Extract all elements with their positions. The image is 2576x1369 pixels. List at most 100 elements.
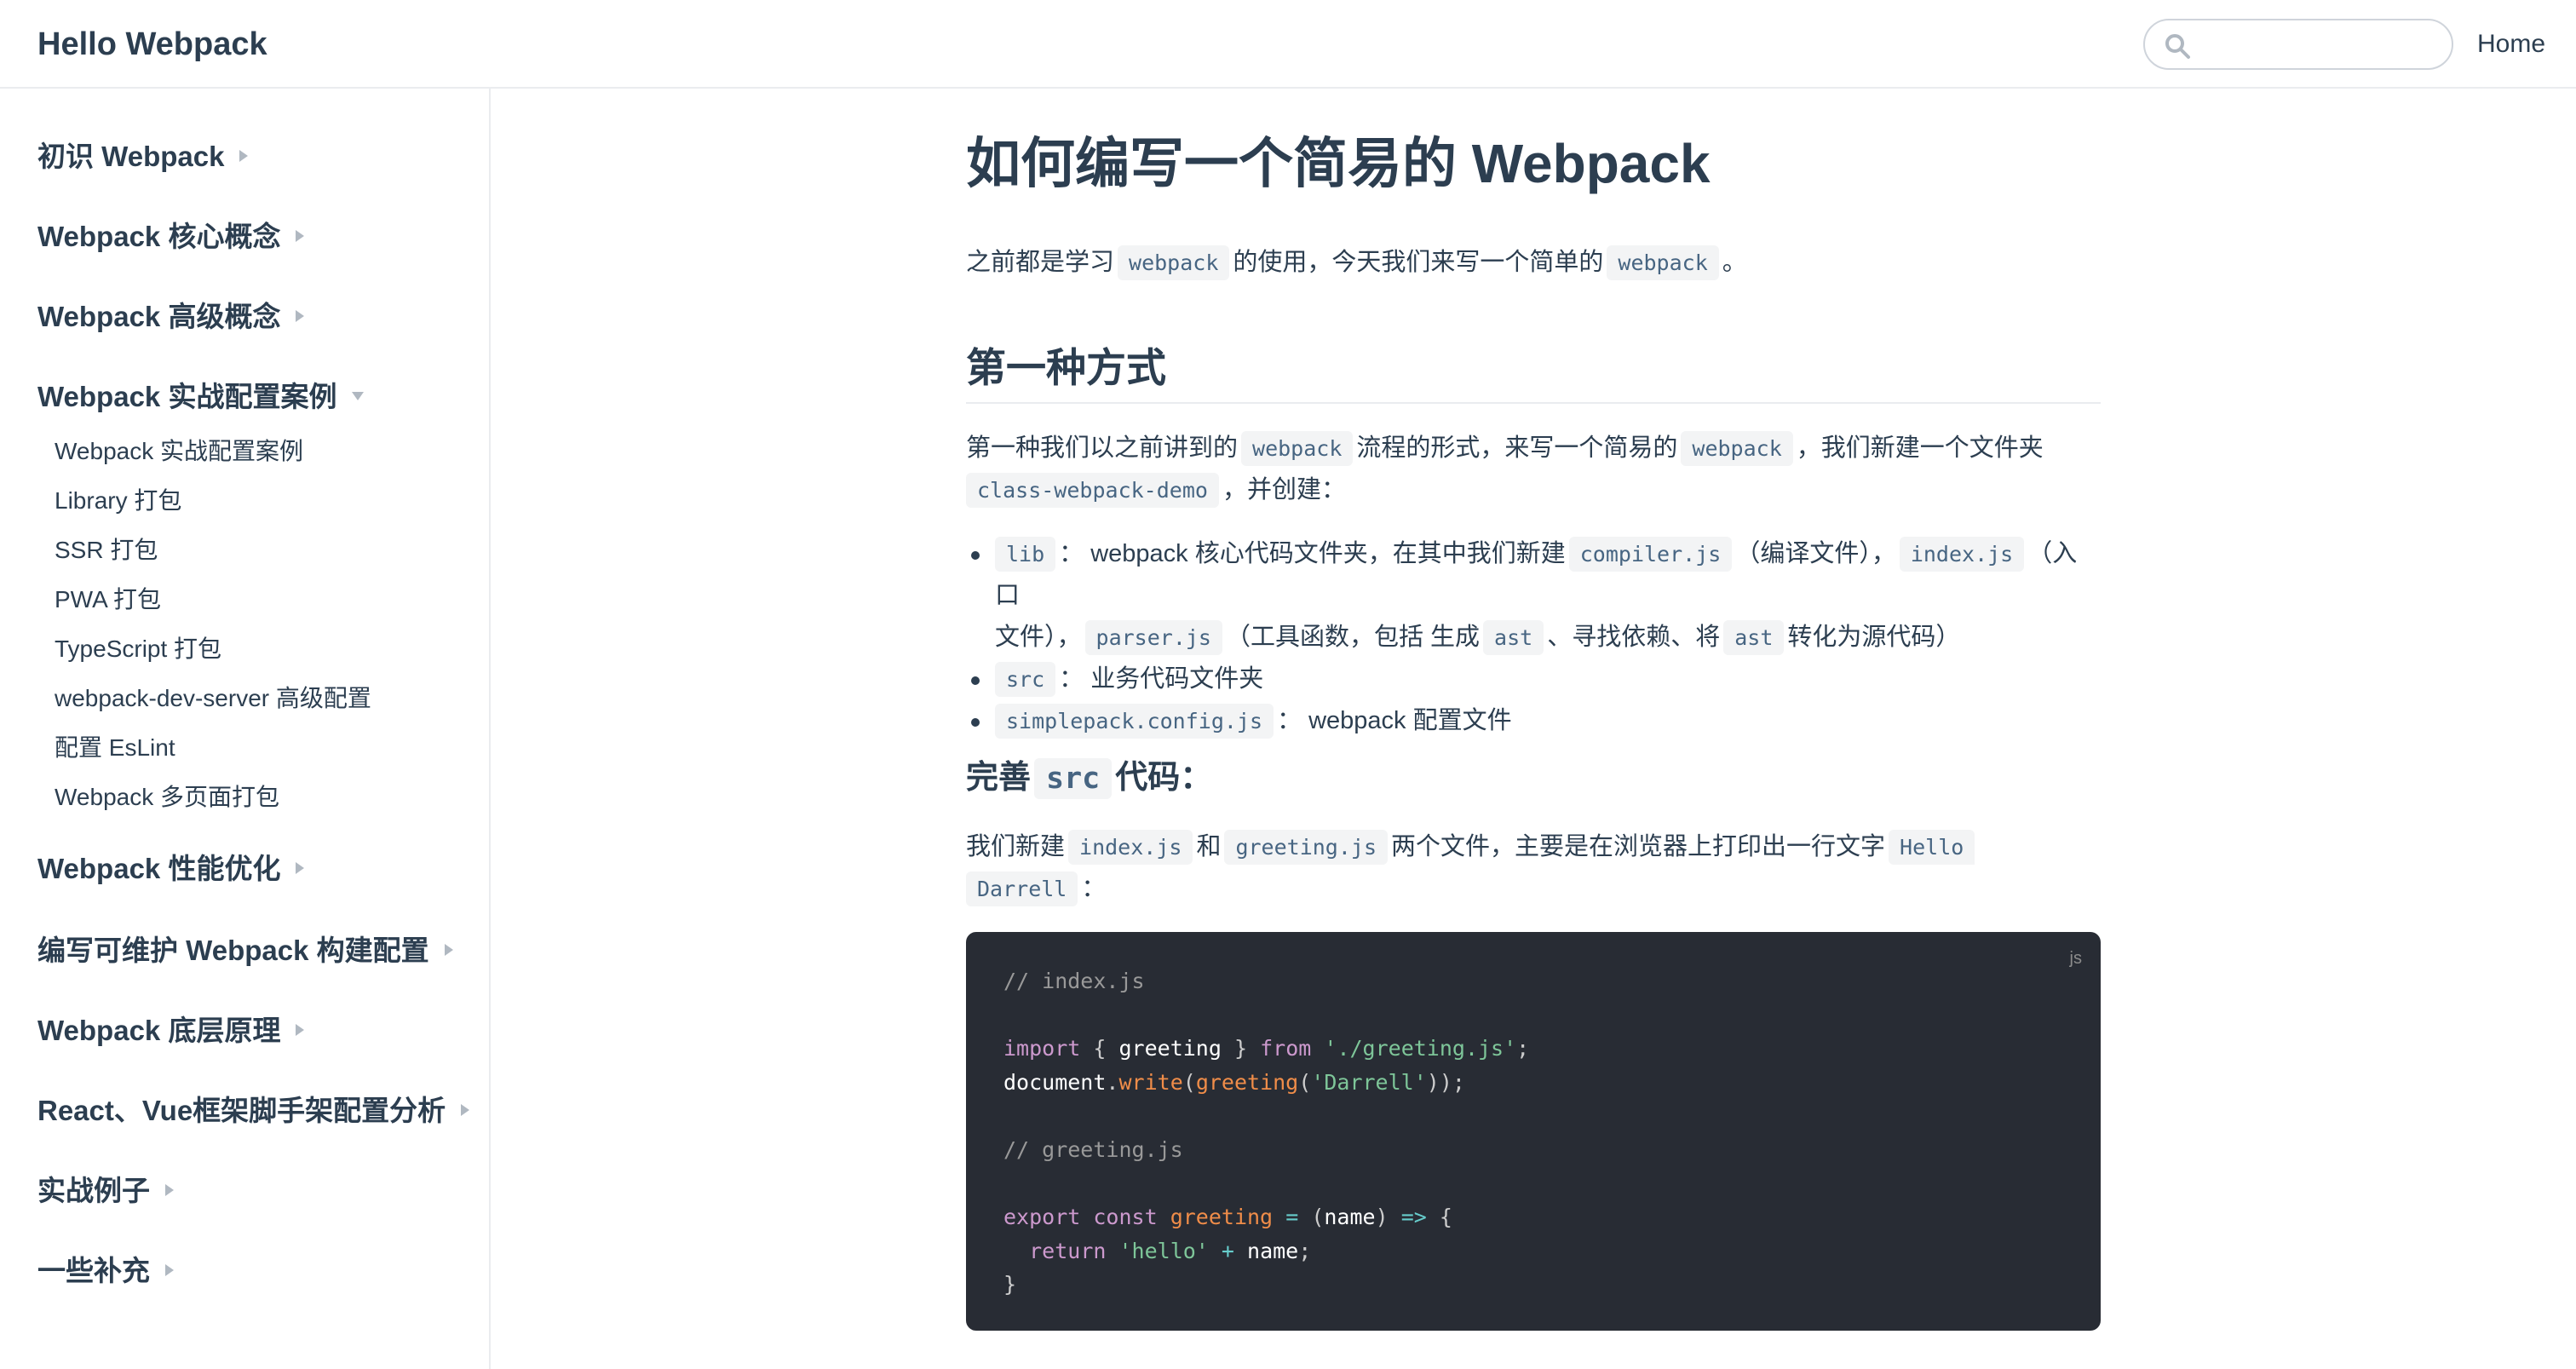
code-line: // index.js — [1003, 969, 1145, 993]
sidebar-item-multipage[interactable]: Webpack 多页面打包 — [55, 780, 279, 814]
intro-paragraph: 之前都是学习 webpack 的使用，今天我们来写一个简单的 webpack。 — [966, 242, 1747, 284]
text: ： webpack 核心代码文件夹，在其中我们新建 — [1059, 540, 1566, 567]
page-title: 如何编写一个简易的 Webpack — [966, 133, 1711, 194]
sidebar-group-label: Webpack 实战配置案例 — [37, 381, 337, 412]
sidebar-group-label: Webpack 高级概念 — [37, 301, 281, 332]
inline-code: webpack — [1681, 431, 1793, 466]
text: 之前都是学习 — [966, 249, 1115, 276]
code-line: // greeting.js — [1003, 1136, 1183, 1162]
sidebar-group-internals[interactable]: Webpack 底层原理 — [37, 1012, 305, 1050]
text: ： — [1081, 875, 1107, 902]
text: 转化为源代码） — [1787, 624, 1961, 651]
chevron-right-icon — [296, 862, 305, 875]
sidebar-item-pwa[interactable]: PWA 打包 — [55, 583, 161, 617]
sidebar-group-performance[interactable]: Webpack 性能优化 — [37, 850, 305, 888]
inline-code: compiler.js — [1568, 537, 1733, 572]
inline-code: class-webpack-demo — [966, 473, 1219, 508]
section-heading-first-method: 第一种方式 — [966, 341, 2101, 404]
code-block: js // index.js import { greeting } from … — [966, 932, 2101, 1331]
chevron-right-icon — [239, 150, 249, 163]
sidebar-group-maintainable-config[interactable]: 编写可维护 Webpack 构建配置 — [37, 932, 453, 969]
sidebar-group-core-concepts[interactable]: Webpack 核心概念 — [37, 218, 305, 256]
sidebar-group-label: 一些补充 — [37, 1255, 150, 1286]
inline-code: src — [1034, 758, 1113, 799]
section2-paragraph: 我们新建 index.js 和 greeting.js 两个文件，主要是在浏览器上打印出… — [966, 826, 1978, 910]
chevron-right-icon — [165, 1264, 174, 1277]
section-heading-src-code: 完善 src 代码： — [966, 753, 1212, 803]
text: 我们新建 — [966, 833, 1066, 860]
inline-code: simplepack.config.js — [995, 704, 1274, 739]
sidebar-item-ssr[interactable]: SSR 打包 — [55, 533, 158, 567]
text: 代码： — [1115, 760, 1213, 796]
code-line: export const greeting = (name) => { — [1003, 1205, 1452, 1230]
inline-code: Hello — [1889, 830, 1975, 865]
text: 完善 — [966, 760, 1032, 796]
inline-code: src — [995, 662, 1056, 697]
sidebar-group-label: Webpack 底层原理 — [37, 1015, 281, 1046]
sidebar-item-library[interactable]: Library 打包 — [55, 484, 181, 518]
text: 、寻找依赖、将 — [1547, 624, 1721, 651]
sidebar-group-label: Webpack 性能优化 — [37, 853, 281, 884]
site-name-link[interactable]: Hello Webpack — [37, 24, 267, 65]
chevron-right-icon — [461, 1104, 470, 1117]
sidebar-group-examples[interactable]: 实战例子 — [37, 1172, 174, 1210]
file-list: lib： webpack 核心代码文件夹，在其中我们新建 compiler.js （… — [966, 533, 2101, 742]
sidebar-group-intro[interactable]: 初识 Webpack — [37, 138, 249, 175]
inline-code: webpack — [1118, 245, 1230, 280]
nav-link-home[interactable]: Home — [2477, 27, 2545, 61]
sidebar-group-label: 实战例子 — [37, 1175, 150, 1206]
sidebar-item-dev-server[interactable]: webpack-dev-server 高级配置 — [55, 682, 371, 716]
sidebar-group-label: Webpack 核心概念 — [37, 221, 281, 252]
text: ： 业务代码文件夹 — [1059, 665, 1264, 693]
sidebar-group-framework-cli[interactable]: React、Vue框架脚手架配置分析 — [37, 1092, 470, 1130]
text: 的使用，今天我们来写一个简单的 — [1233, 249, 1604, 276]
text: 文件）， — [995, 624, 1082, 651]
code-line: return 'hello' + name; — [1029, 1238, 1312, 1263]
chevron-right-icon — [296, 310, 305, 323]
code-line: document.write(greeting('Darrell')); — [1003, 1069, 1465, 1095]
list-item: src： 业务代码文件夹 — [966, 659, 2101, 700]
chevron-right-icon — [444, 944, 453, 957]
text: 流程的形式，来写一个简易的 — [1356, 434, 1678, 462]
sidebar-item-typescript[interactable]: TypeScript 打包 — [55, 632, 221, 666]
section1-paragraph: 第一种我们以之前讲到的 webpack 流程的形式，来写一个简易的 webpack ，我… — [966, 428, 2044, 511]
text: 和 — [1196, 833, 1222, 860]
chevron-right-icon — [296, 230, 305, 243]
inline-code: ast — [1723, 620, 1785, 655]
inline-code: lib — [995, 537, 1056, 572]
inline-code: Darrell — [966, 871, 1078, 906]
sidebar-group-label: React、Vue框架脚手架配置分析 — [37, 1095, 446, 1126]
code-line: } — [1003, 1272, 1017, 1297]
search-box[interactable] — [2143, 19, 2453, 70]
sidebar-item-eslint[interactable]: 配置 EsLint — [55, 731, 175, 765]
inline-code: ast — [1483, 620, 1544, 655]
list-item: simplepack.config.js： webpack 配置文件 — [966, 700, 2101, 742]
text: （编译文件）， — [1735, 540, 1896, 567]
inline-code: webpack — [1607, 245, 1719, 280]
inline-code: index.js — [1899, 537, 2025, 572]
sidebar-item-practical-config[interactable]: Webpack 实战配置案例 — [55, 434, 303, 469]
chevron-right-icon — [296, 1024, 305, 1037]
search-input[interactable] — [2205, 27, 2443, 65]
text: ，并创建： — [1222, 476, 1346, 503]
chevron-down-icon — [352, 392, 365, 401]
chevron-right-icon — [165, 1184, 174, 1197]
inline-code: webpack — [1241, 431, 1354, 466]
inline-code: greeting.js — [1224, 830, 1389, 865]
text: 第一种我们以之前讲到的 — [966, 434, 1239, 462]
sidebar-group-extras[interactable]: 一些补充 — [37, 1252, 174, 1290]
text: 两个文件，主要是在浏览器上打印出一行文字 — [1391, 833, 1886, 860]
inline-code: index.js — [1068, 830, 1193, 865]
sidebar-group-practical-config[interactable]: Webpack 实战配置案例 — [37, 378, 365, 416]
text: 。 — [1722, 249, 1747, 276]
code-lines: // index.js import { greeting } from './… — [1003, 964, 1529, 1302]
list-item: lib： webpack 核心代码文件夹，在其中我们新建 compiler.js （… — [966, 533, 2101, 659]
sidebar: 初识 Webpack Webpack 核心概念 Webpack 高级概念 Web… — [0, 89, 491, 1369]
search-icon — [2165, 34, 2190, 59]
code-language-label: js — [2069, 949, 2082, 968]
text: ，我们新建一个文件夹 — [1796, 434, 2044, 462]
sidebar-group-advanced-concepts[interactable]: Webpack 高级概念 — [37, 298, 305, 336]
code-line: import { greeting } from './greeting.js'… — [1003, 1036, 1530, 1061]
